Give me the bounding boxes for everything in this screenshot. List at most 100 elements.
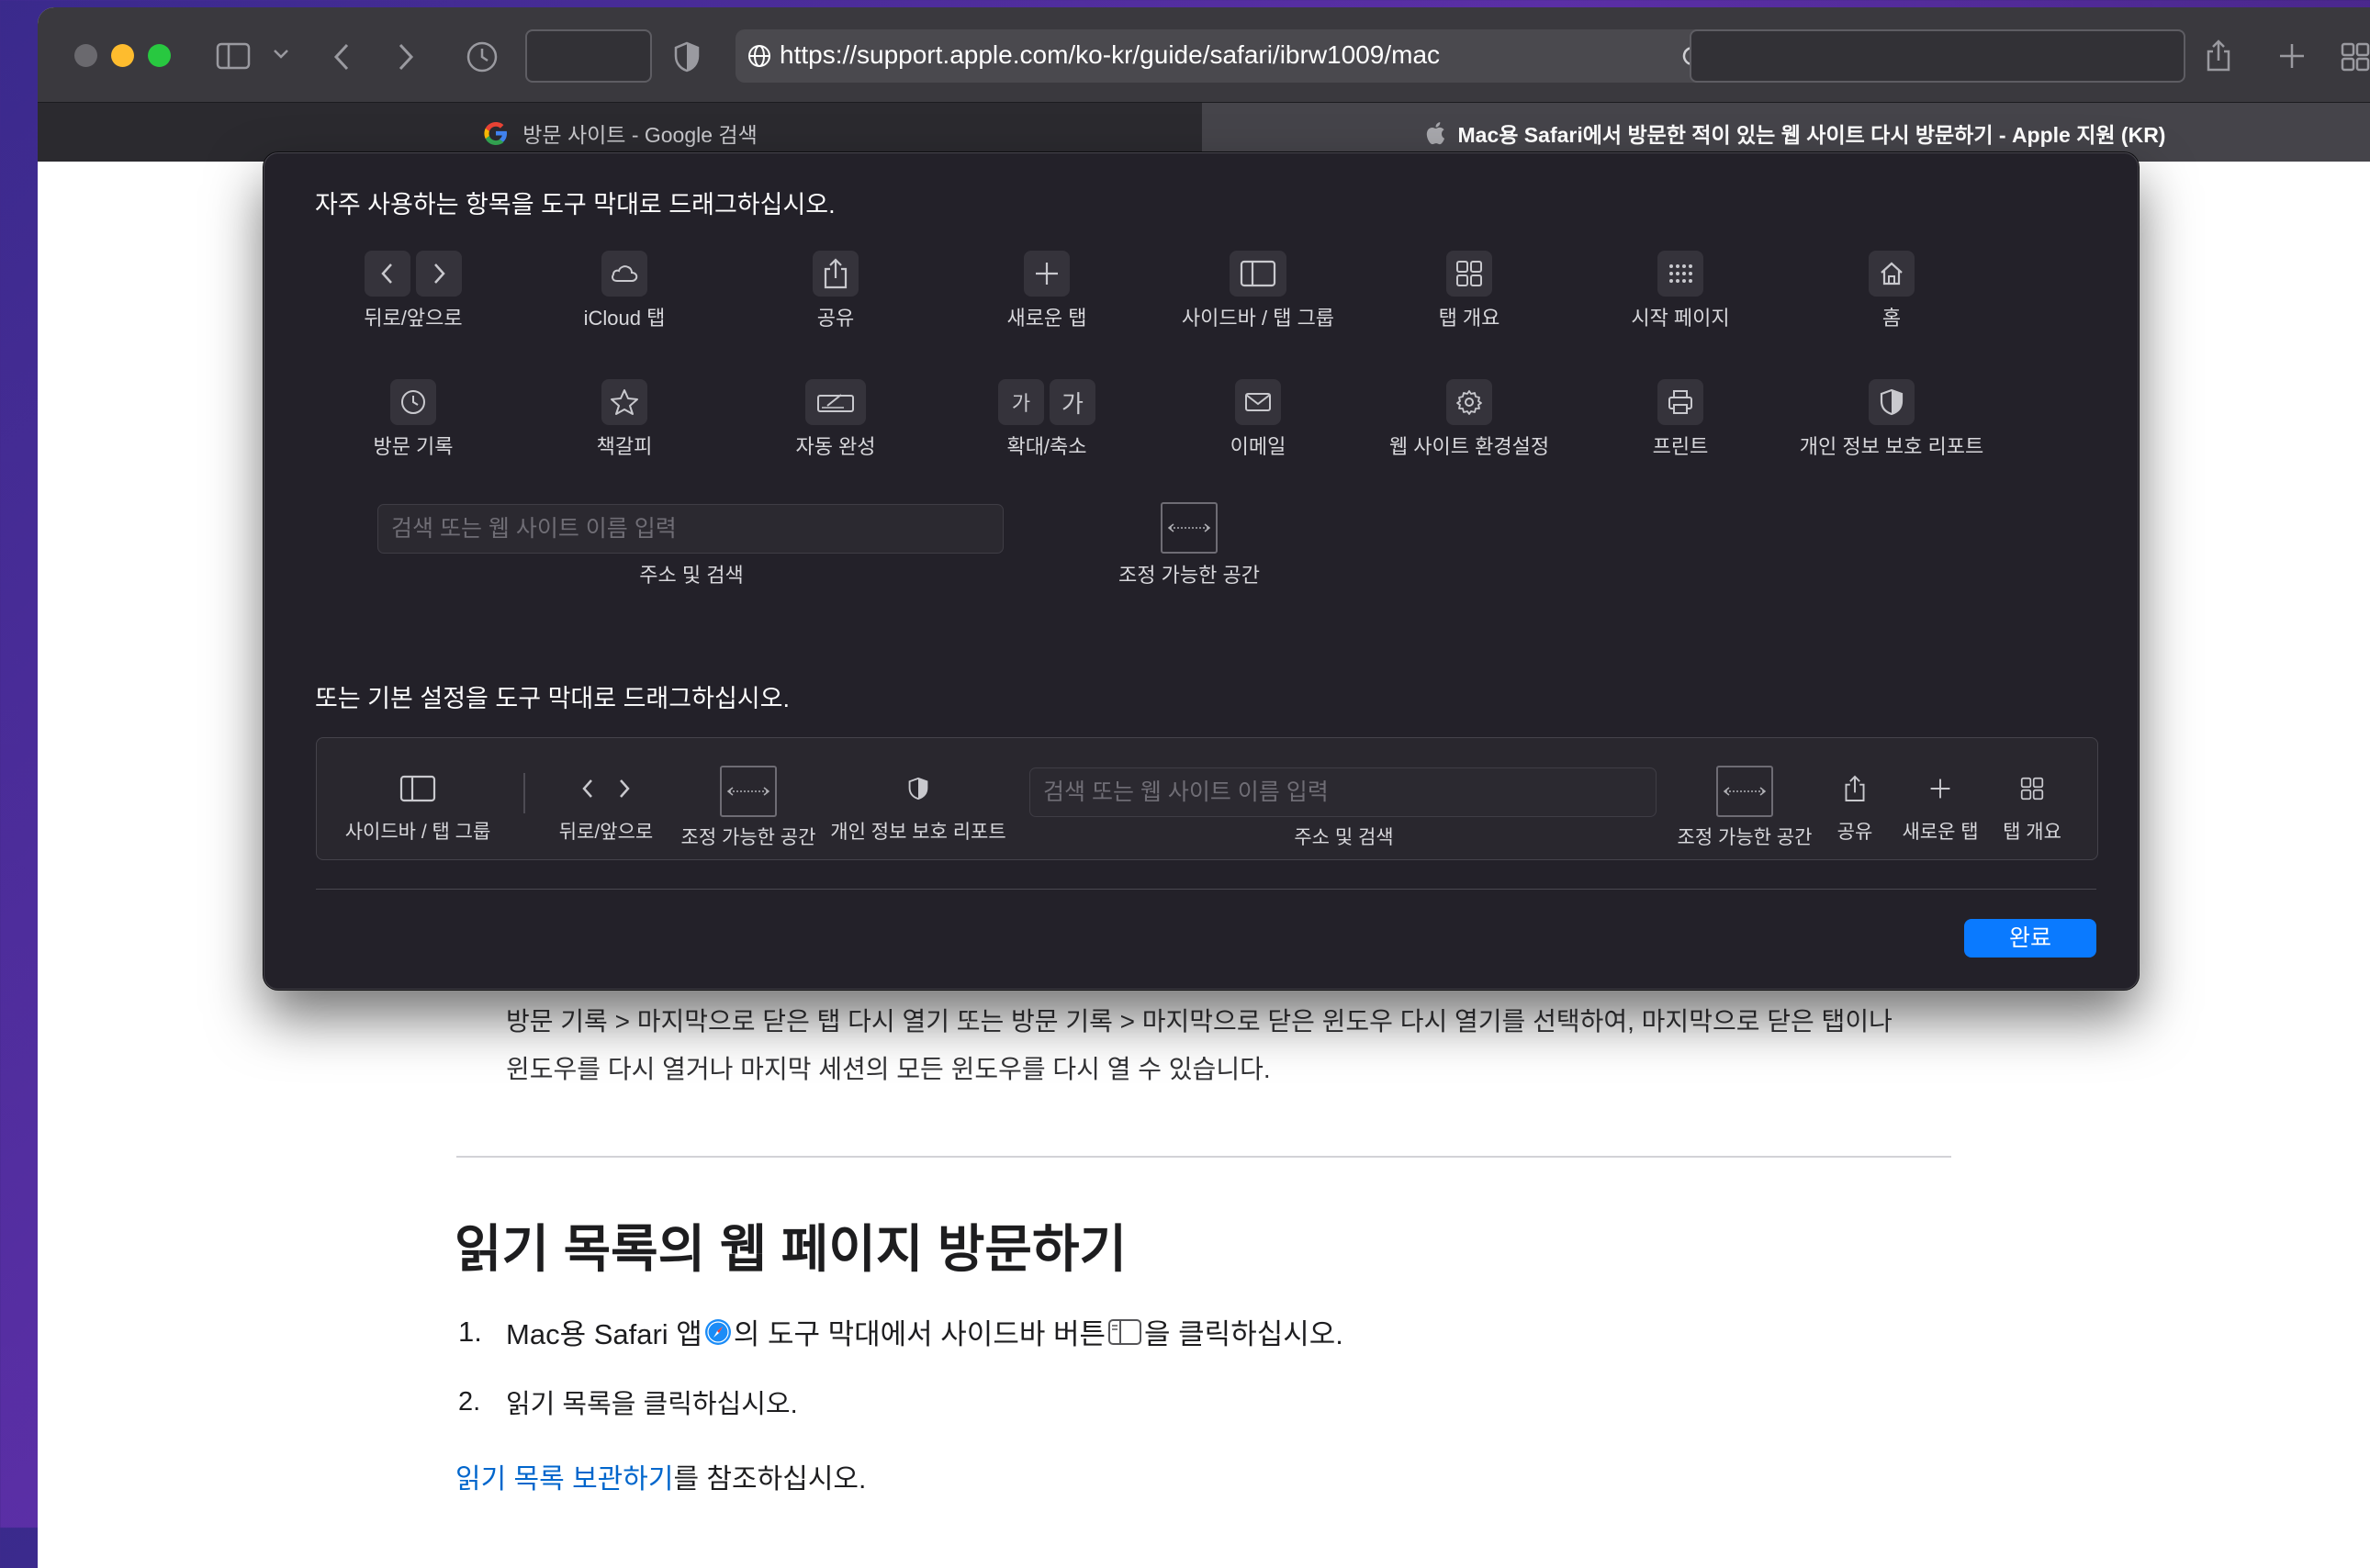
step-text: 읽기 목록을 클릭하십시오. (506, 1390, 798, 1419)
privacy-shield-icon (826, 766, 1010, 812)
item-label: 조정 가능한 공간 (1118, 564, 1260, 587)
item-label: 탭 개요 (2003, 822, 2061, 843)
back-forward-icon (365, 251, 410, 297)
item-label: 공유 (1836, 822, 1873, 843)
default-flex-space-item: 조정 가능한 공간 (680, 766, 817, 850)
palette-item-back-forward[interactable]: 뒤로/앞으로 (303, 251, 523, 331)
tab-group-chevron-icon[interactable] (272, 48, 290, 61)
plus-icon (1024, 251, 1070, 297)
section-divider (456, 1156, 1951, 1158)
palette-item-mail[interactable]: 이메일 (1148, 379, 1368, 460)
minimize-button[interactable] (111, 44, 134, 67)
item-label: 프린트 (1652, 435, 1709, 458)
default-new-tab-item: 새로운 탭 (1894, 766, 1986, 845)
zoom-in-icon: 가 (1050, 379, 1095, 425)
section-heading: 읽기 목록의 웹 페이지 방문하기 (455, 1220, 1127, 1278)
palette-item-zoom[interactable]: 가 가 확대/축소 (937, 379, 1157, 460)
item-label: 자동 완성 (795, 435, 876, 458)
palette-item-print[interactable]: 프린트 (1570, 379, 1791, 460)
palette-item-bookmarks[interactable]: 책갈피 (514, 379, 735, 460)
privacy-shield-icon (1869, 379, 1915, 425)
default-toolbar-set[interactable]: 사이드바 / 탭 그룹 뒤로/앞으로 조정 가능한 공간 개인 정보 보호 리포… (316, 737, 2098, 860)
item-label: 이메일 (1230, 435, 1286, 458)
step-text: 을 클릭하십시오. (1144, 1318, 1343, 1350)
share-icon (1823, 766, 1887, 812)
sidebar-icon (344, 766, 491, 812)
palette-item-flexible-space[interactable]: 조정 가능한 공간 (1106, 502, 1272, 588)
palette-item-privacy-report[interactable]: 개인 정보 보호 리포트 (1781, 379, 2002, 460)
palette-item-icloud-tabs[interactable]: iCloud 탭 (514, 251, 735, 331)
item-label: 조정 가능한 공간 (1677, 827, 1813, 848)
google-g-icon (482, 119, 510, 147)
tab-overview-icon (1446, 251, 1492, 297)
icloud-icon (601, 251, 647, 297)
back-icon[interactable] (331, 42, 352, 72)
step-text: 의 도구 막대에서 사이드바 버튼 (733, 1318, 1106, 1350)
address-search-field: 검색 또는 웹 사이트 이름 입력 (1029, 767, 1657, 817)
default-share-item: 공유 (1823, 766, 1887, 845)
sidebar-toggle-icon[interactable] (216, 42, 251, 70)
zoom-button[interactable] (148, 44, 171, 67)
palette-item-autofill[interactable]: 자동 완성 (725, 379, 946, 460)
mail-icon (1235, 379, 1281, 425)
step-1: 1. Mac용 Safari 앱 의 도구 막대에서 사이드바 버튼 을 클릭하… (458, 1311, 1343, 1352)
customize-toolbar-sheet: 자주 사용하는 항목을 도구 막대로 드래그하십시오. 뒤로/앞으로 iClou… (264, 152, 2139, 990)
item-label: 조정 가능한 공간 (680, 827, 816, 848)
done-button[interactable]: 완료 (1964, 919, 2096, 958)
flexible-space-icon (1716, 766, 1773, 817)
default-flex-space-item-2: 조정 가능한 공간 (1676, 766, 1814, 850)
step-text: Mac용 Safari 앱 (506, 1318, 702, 1350)
history-icon (390, 379, 436, 425)
history-icon[interactable] (466, 40, 499, 73)
back-forward-icon (542, 766, 670, 812)
body-paragraph-line: 방문 기록 > 마지막으로 닫은 탭 다시 열기 또는 방문 기록 > 마지막으… (506, 1007, 1893, 1036)
bookmark-star-icon (601, 379, 647, 425)
item-label: 뒤로/앞으로 (558, 822, 654, 843)
item-label: 홈 (1881, 307, 1902, 330)
reading-list-link[interactable]: 읽기 목록 보관하기 (455, 1464, 673, 1495)
step-2: 2. 읽기 목록을 클릭하십시오. (458, 1383, 798, 1421)
item-label: 웹 사이트 환경설정 (1388, 435, 1550, 458)
toolbar-search-box[interactable] (1690, 29, 2185, 83)
palette-item-address-search[interactable]: 검색 또는 웹 사이트 이름 입력 주소 및 검색 (377, 504, 1005, 588)
item-label: 개인 정보 보호 리포트 (1799, 435, 1984, 458)
default-sidebar-item: 사이드바 / 탭 그룹 (344, 766, 491, 845)
url-text: https://support.apple.com/ko-kr/guide/sa… (780, 40, 1441, 69)
new-tab-icon[interactable] (2278, 42, 2306, 70)
see-also-line: 읽기 목록 보관하기를 참조하십시오. (455, 1456, 866, 1496)
share-icon[interactable] (2205, 39, 2232, 73)
flexible-space-icon (1161, 502, 1218, 554)
default-address-search-item: 검색 또는 웹 사이트 이름 입력 주소 및 검색 (1029, 767, 1658, 850)
toolbar-placeholder-box[interactable] (525, 29, 652, 83)
item-label: 확대/축소 (1006, 435, 1087, 458)
address-bar[interactable]: https://support.apple.com/ko-kr/guide/sa… (736, 29, 1714, 83)
item-label: 새로운 탭 (1902, 822, 1979, 843)
globe-icon (747, 43, 772, 69)
tab-overview-icon[interactable] (2341, 42, 2370, 72)
forward-icon[interactable] (396, 42, 416, 72)
close-button[interactable] (74, 44, 97, 67)
body-paragraph-line: 윈도우를 다시 열거나 마지막 세션의 모든 윈도우를 다시 열 수 있습니다. (506, 1055, 1271, 1083)
palette-item-website-settings[interactable]: 웹 사이트 환경설정 (1359, 379, 1579, 460)
flexible-space-icon (720, 766, 777, 817)
item-label: 새로운 탭 (1006, 307, 1087, 330)
palette-item-new-tab[interactable]: 새로운 탭 (937, 251, 1157, 331)
privacy-shield-icon[interactable] (673, 40, 701, 73)
item-label: 사이드바 / 탭 그룹 (344, 822, 491, 843)
palette-item-home[interactable]: 홈 (1781, 251, 2002, 331)
item-label: 주소 및 검색 (1294, 827, 1394, 848)
palette-item-share[interactable]: 공유 (725, 251, 946, 331)
default-privacy-item: 개인 정보 보호 리포트 (826, 766, 1010, 845)
see-also-suffix: 를 참조하십시오. (673, 1464, 867, 1495)
item-label: 책갈피 (596, 435, 653, 458)
autofill-icon (805, 379, 866, 425)
address-search-field: 검색 또는 웹 사이트 이름 입력 (377, 504, 1004, 554)
palette-item-start-page[interactable]: 시작 페이지 (1570, 251, 1791, 331)
palette-item-sidebar[interactable]: 사이드바 / 탭 그룹 (1148, 251, 1368, 331)
palette-item-tab-overview[interactable]: 탭 개요 (1359, 251, 1579, 331)
safari-compass-icon (704, 1318, 732, 1346)
tab-title: 방문 사이트 - Google 검색 (522, 122, 758, 147)
palette-item-history[interactable]: 방문 기록 (303, 379, 523, 460)
tab-title: Mac용 Safari에서 방문한 적이 있는 웹 사이트 다시 방문하기 - … (1457, 122, 2166, 147)
item-label: 방문 기록 (373, 435, 454, 458)
